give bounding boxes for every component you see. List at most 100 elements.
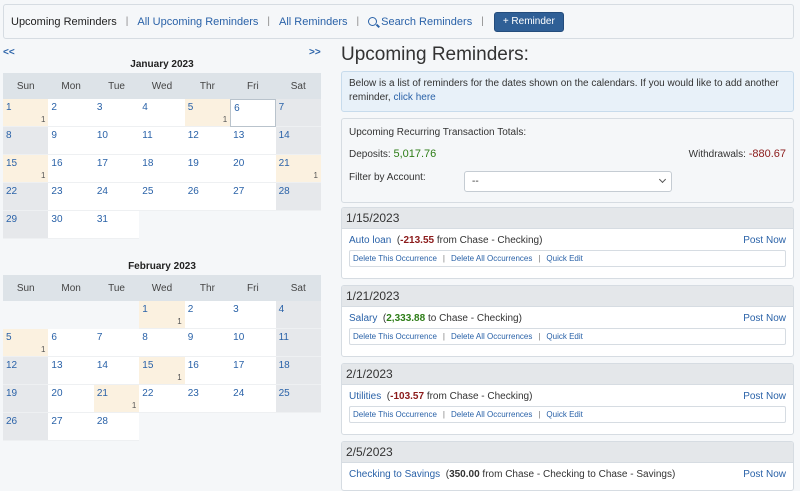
top-nav: Upcoming Reminders | All Upcoming Remind… bbox=[3, 4, 794, 39]
post-now-link[interactable]: Post Now bbox=[743, 235, 786, 246]
calendar-day[interactable]: 10 bbox=[93, 127, 140, 155]
delete-occurrence-link[interactable]: Delete This Occurrence bbox=[353, 254, 437, 263]
calendar-day[interactable]: 25 bbox=[275, 385, 321, 413]
delete-occurrence-link[interactable]: Delete This Occurrence bbox=[353, 332, 437, 341]
reminder-amount: 350.00 bbox=[449, 469, 480, 480]
calendar-day[interactable]: 10 bbox=[230, 329, 276, 357]
quick-edit-link[interactable]: Quick Edit bbox=[546, 410, 582, 419]
calendar-day[interactable]: 21 1 bbox=[275, 155, 321, 183]
post-now-link[interactable]: Post Now bbox=[743, 313, 786, 324]
calendar-day[interactable]: 24 bbox=[230, 385, 276, 413]
calendar-day[interactable]: 12 bbox=[3, 357, 49, 385]
calendar-day[interactable]: 3 bbox=[93, 99, 140, 127]
calendar-day[interactable]: 27 bbox=[48, 413, 94, 441]
calendar-day[interactable]: 2 bbox=[48, 99, 94, 127]
delete-all-occurrences-link[interactable]: Delete All Occurrences bbox=[451, 332, 532, 341]
account-filter-value: -- bbox=[472, 176, 479, 187]
calendar-day[interactable]: 24 bbox=[93, 183, 140, 211]
calendar-day[interactable]: 6 bbox=[230, 99, 276, 127]
calendar-day[interactable]: 23 bbox=[48, 183, 94, 211]
calendar-day[interactable]: 18 bbox=[139, 155, 185, 183]
add-reminder-link[interactable]: click here bbox=[393, 92, 435, 103]
next-month-button[interactable]: >> bbox=[309, 47, 321, 58]
account-filter-select[interactable]: -- bbox=[464, 171, 672, 192]
calendar-day[interactable]: 20 bbox=[48, 385, 94, 413]
post-now-link[interactable]: Post Now bbox=[743, 469, 786, 480]
day-number: 9 bbox=[187, 332, 194, 343]
calendar-day[interactable]: 28 bbox=[93, 413, 140, 441]
quick-edit-link[interactable]: Quick Edit bbox=[546, 254, 582, 263]
weekday-header: Sun bbox=[3, 73, 49, 99]
calendar-day[interactable]: 16 bbox=[184, 357, 231, 385]
day-number: 1 bbox=[6, 102, 12, 113]
calendar-day[interactable]: 31 bbox=[93, 211, 140, 239]
calendar-day[interactable]: 11 bbox=[275, 329, 321, 357]
calendar-day[interactable]: 7 bbox=[93, 329, 140, 357]
withdrawals-total: Withdrawals: -880.67 bbox=[689, 148, 786, 160]
calendar-day[interactable]: 27 bbox=[230, 183, 276, 211]
calendar-day[interactable]: 19 bbox=[3, 385, 49, 413]
delete-all-occurrences-link[interactable]: Delete All Occurrences bbox=[451, 254, 532, 263]
calendar-day[interactable]: 14 bbox=[275, 127, 321, 155]
calendar-day[interactable]: 4 bbox=[275, 301, 321, 329]
calendar-day[interactable]: 21 1 bbox=[93, 385, 140, 413]
calendar-blank bbox=[3, 301, 49, 329]
calendar-day[interactable]: 13 bbox=[48, 357, 94, 385]
calendar-day[interactable]: 9 bbox=[48, 127, 94, 155]
reminder-name-link[interactable]: Salary bbox=[349, 313, 377, 324]
day-number: 12 bbox=[187, 130, 199, 141]
calendar-day[interactable]: 26 bbox=[184, 183, 231, 211]
calendar-day[interactable]: 8 bbox=[3, 127, 49, 155]
calendar-day[interactable]: 51 bbox=[3, 329, 49, 357]
calendar-day[interactable]: 14 bbox=[93, 357, 140, 385]
calendar-day[interactable]: 22 bbox=[3, 183, 49, 211]
calendar-day[interactable]: 16 bbox=[48, 155, 94, 183]
calendar-day[interactable]: 3 bbox=[230, 301, 276, 329]
calendar-day[interactable]: 30 bbox=[48, 211, 94, 239]
calendar-day[interactable]: 2 bbox=[184, 301, 231, 329]
reminder-amount: 2,333.88 bbox=[386, 313, 426, 324]
calendar-day[interactable]: 19 bbox=[184, 155, 231, 183]
calendar-day[interactable]: 17 bbox=[230, 357, 276, 385]
reminder-group: 1/21/2023 Salary (2,333.88 to Chase - Che… bbox=[341, 285, 794, 357]
quick-edit-link[interactable]: Quick Edit bbox=[546, 332, 582, 341]
reminder-description: to Chase - Checking) bbox=[425, 313, 522, 324]
calendar-day[interactable]: 11 bbox=[3, 99, 49, 127]
calendar-day[interactable]: 11 bbox=[139, 127, 185, 155]
calendar-blank bbox=[139, 413, 185, 441]
calendar-day[interactable]: 17 bbox=[93, 155, 140, 183]
calendar-day[interactable]: 26 bbox=[3, 413, 49, 441]
calendar-day[interactable]: 7 bbox=[275, 99, 321, 127]
calendar-day[interactable]: 15 1 bbox=[3, 155, 49, 183]
nav-search-reminders[interactable]: Search Reminders bbox=[368, 16, 472, 28]
calendar-day[interactable]: 23 bbox=[184, 385, 231, 413]
add-reminder-button[interactable]: + Reminder bbox=[493, 11, 564, 32]
calendar-day[interactable]: 9 bbox=[184, 329, 231, 357]
calendar-day[interactable]: 51 bbox=[184, 99, 231, 127]
calendar-day[interactable]: 28 bbox=[275, 183, 321, 211]
day-number: 9 bbox=[51, 130, 57, 141]
delete-occurrence-link[interactable]: Delete This Occurrence bbox=[353, 410, 437, 419]
post-now-link[interactable]: Post Now bbox=[743, 391, 786, 402]
calendar-day[interactable]: 13 bbox=[230, 127, 276, 155]
reminder-name-link[interactable]: Utilities bbox=[349, 391, 381, 402]
calendar-day[interactable]: 29 bbox=[3, 211, 49, 239]
calendar-day[interactable]: 12 bbox=[184, 127, 231, 155]
calendar-day[interactable]: 18 bbox=[275, 357, 321, 385]
calendar-day[interactable]: 15 1 bbox=[139, 357, 185, 385]
calendar-day[interactable]: 4 bbox=[139, 99, 185, 127]
nav-upcoming-reminders[interactable]: Upcoming Reminders bbox=[11, 16, 117, 28]
nav-all-upcoming-reminders[interactable]: All Upcoming Reminders bbox=[137, 16, 258, 28]
calendar-day[interactable]: 20 bbox=[230, 155, 276, 183]
day-number: 5 bbox=[187, 102, 194, 113]
calendar-day[interactable]: 22 bbox=[139, 385, 185, 413]
delete-all-occurrences-link[interactable]: Delete All Occurrences bbox=[451, 410, 532, 419]
calendar-day[interactable]: 25 bbox=[139, 183, 185, 211]
reminder-name-link[interactable]: Auto loan bbox=[349, 235, 391, 246]
calendar-day[interactable]: 11 bbox=[139, 301, 185, 329]
nav-all-reminders[interactable]: All Reminders bbox=[279, 16, 347, 28]
calendar-day[interactable]: 6 bbox=[48, 329, 94, 357]
reminder-name-link[interactable]: Checking to Savings bbox=[349, 469, 440, 480]
prev-month-button[interactable]: << bbox=[3, 47, 15, 58]
calendar-day[interactable]: 8 bbox=[139, 329, 185, 357]
